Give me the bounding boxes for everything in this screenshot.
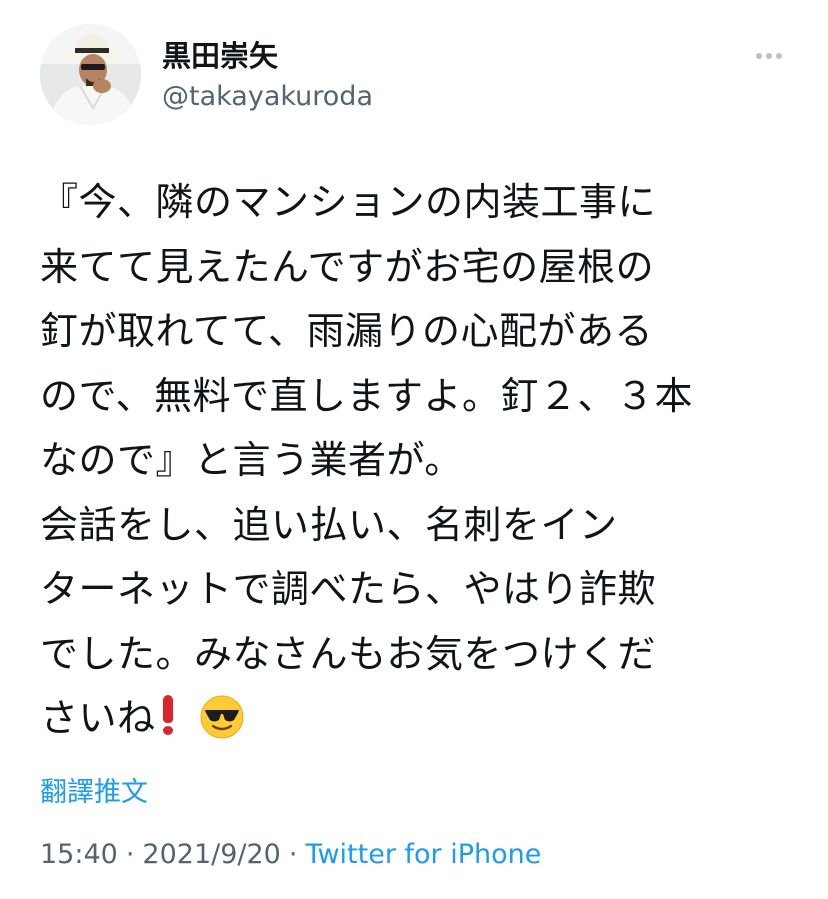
avatar-photo [40, 24, 141, 125]
tweet-line: 釘が取れてて、雨漏りの心配がある [40, 309, 653, 353]
more-dots-icon[interactable] [754, 44, 784, 68]
meta-separator: · [125, 839, 135, 870]
tweet-line: でした。みなさんもお気をつけくだ [40, 631, 657, 676]
tweet-line: 会話をし、追い払い、名刺をイン [40, 502, 618, 547]
tweet-line-text: さいね [40, 696, 156, 740]
meta-separator: · [288, 839, 298, 870]
tweet-line: 『今、隣のマンションの内装工事に [40, 180, 657, 224]
author-handle[interactable]: @takayakuroda [162, 80, 373, 114]
tweet-meta: 15:40 · 2021/9/20 · Twitter for iPhone [40, 838, 541, 872]
tweet-date: 2021/9/20 [142, 839, 281, 870]
red-exclamation-icon [162, 695, 174, 735]
tweet-line-last: さいね [40, 686, 790, 751]
tweet-time: 15:40 [40, 839, 118, 870]
tweet-source-link[interactable]: Twitter for iPhone [305, 839, 541, 870]
tweet-line: ターネットで調べたら、やはり詐欺 [40, 567, 657, 611]
translate-tweet-link[interactable]: 翻譯推文 [40, 776, 148, 810]
tweet-line: 来てて見えたんですがお宅の屋根の [40, 244, 655, 289]
sunglasses-face-icon [200, 695, 244, 739]
tweet-text: 『今、隣のマンションの内装工事に 来てて見えたんですがお宅の屋根の 釘が取れてて… [40, 170, 790, 751]
author-display-name[interactable]: 黒田崇矢 [162, 38, 278, 74]
tweet-line: なので』と言う業者が。 [40, 438, 463, 482]
avatar[interactable] [40, 24, 141, 125]
tweet-line: ので、無料で直しますよ。釘２、３本 [40, 373, 693, 418]
